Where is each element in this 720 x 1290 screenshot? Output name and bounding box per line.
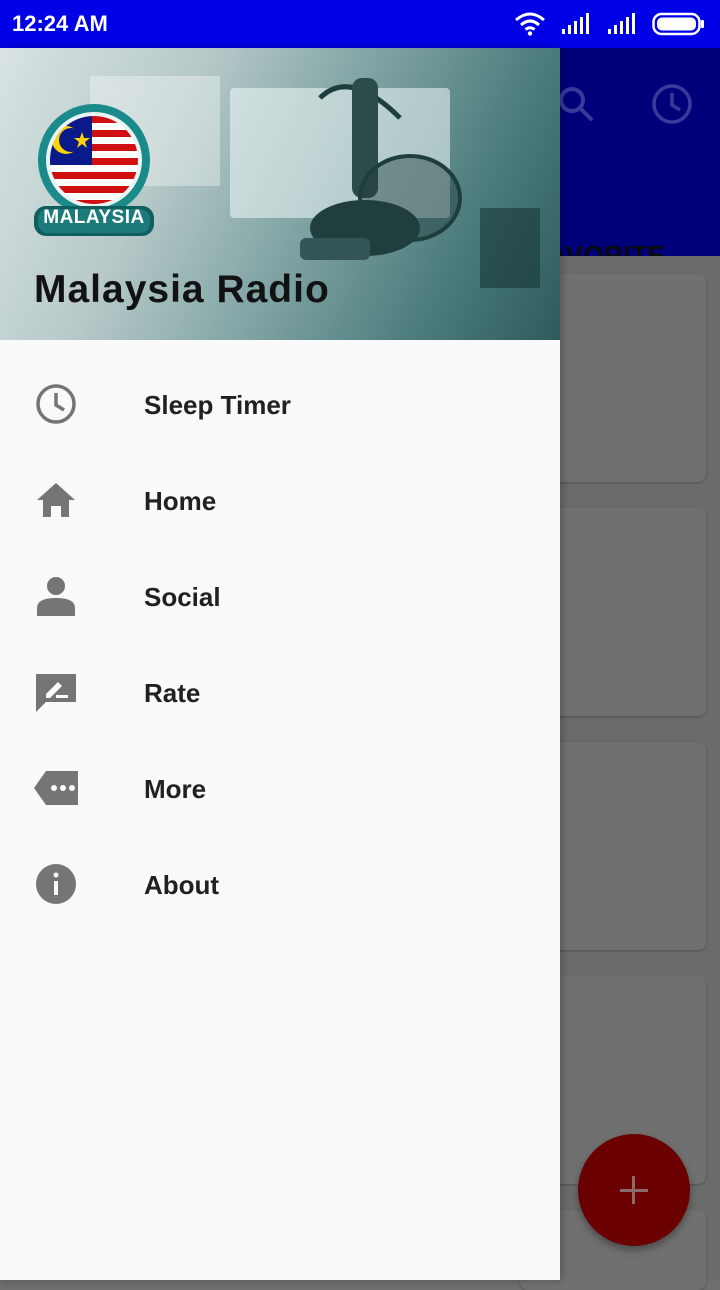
menu-item-label: More [144, 774, 207, 804]
signal-icon-2 [608, 13, 635, 34]
status-time: 12:24 AM [12, 11, 108, 36]
home-icon [37, 483, 75, 517]
status-icons [514, 10, 706, 38]
status-bar: 12:24 AM [0, 0, 720, 48]
drawer-title: Malaysia Radio [34, 268, 330, 311]
badge-text: MALAYSIA [43, 207, 145, 228]
menu-item-more[interactable]: More [0, 742, 560, 838]
menu-item-label: Sleep Timer [144, 390, 291, 420]
battery-icon [652, 12, 704, 36]
search-icon[interactable] [556, 84, 596, 124]
drawer-menu: Sleep Timer Home Social Rate More About [0, 358, 560, 934]
navigation-drawer: MALAYSIA Malaysia Radio Sleep Timer Home… [0, 48, 560, 1280]
menu-item-rate[interactable]: Rate [0, 646, 560, 742]
microphone-image [300, 78, 462, 260]
menu-item-sleep-timer[interactable]: Sleep Timer [0, 358, 560, 454]
signal-icon [562, 13, 589, 34]
menu-item-label: Home [144, 486, 217, 516]
more-icon [34, 771, 78, 805]
add-fab-button[interactable] [578, 1134, 690, 1246]
menu-item-about[interactable]: About [0, 838, 560, 934]
clock-icon [36, 384, 76, 424]
info-icon [36, 864, 76, 904]
history-icon[interactable] [650, 82, 694, 126]
person-icon [37, 577, 75, 616]
menu-item-label: About [144, 870, 220, 900]
wifi-icon [515, 12, 545, 36]
drawer-header: MALAYSIA Malaysia Radio [0, 48, 560, 340]
menu-item-label: Rate [144, 678, 201, 708]
menu-item-home[interactable]: Home [0, 454, 560, 550]
menu-item-social[interactable]: Social [0, 550, 560, 646]
rate-icon [36, 674, 76, 712]
menu-item-label: Social [144, 582, 221, 612]
